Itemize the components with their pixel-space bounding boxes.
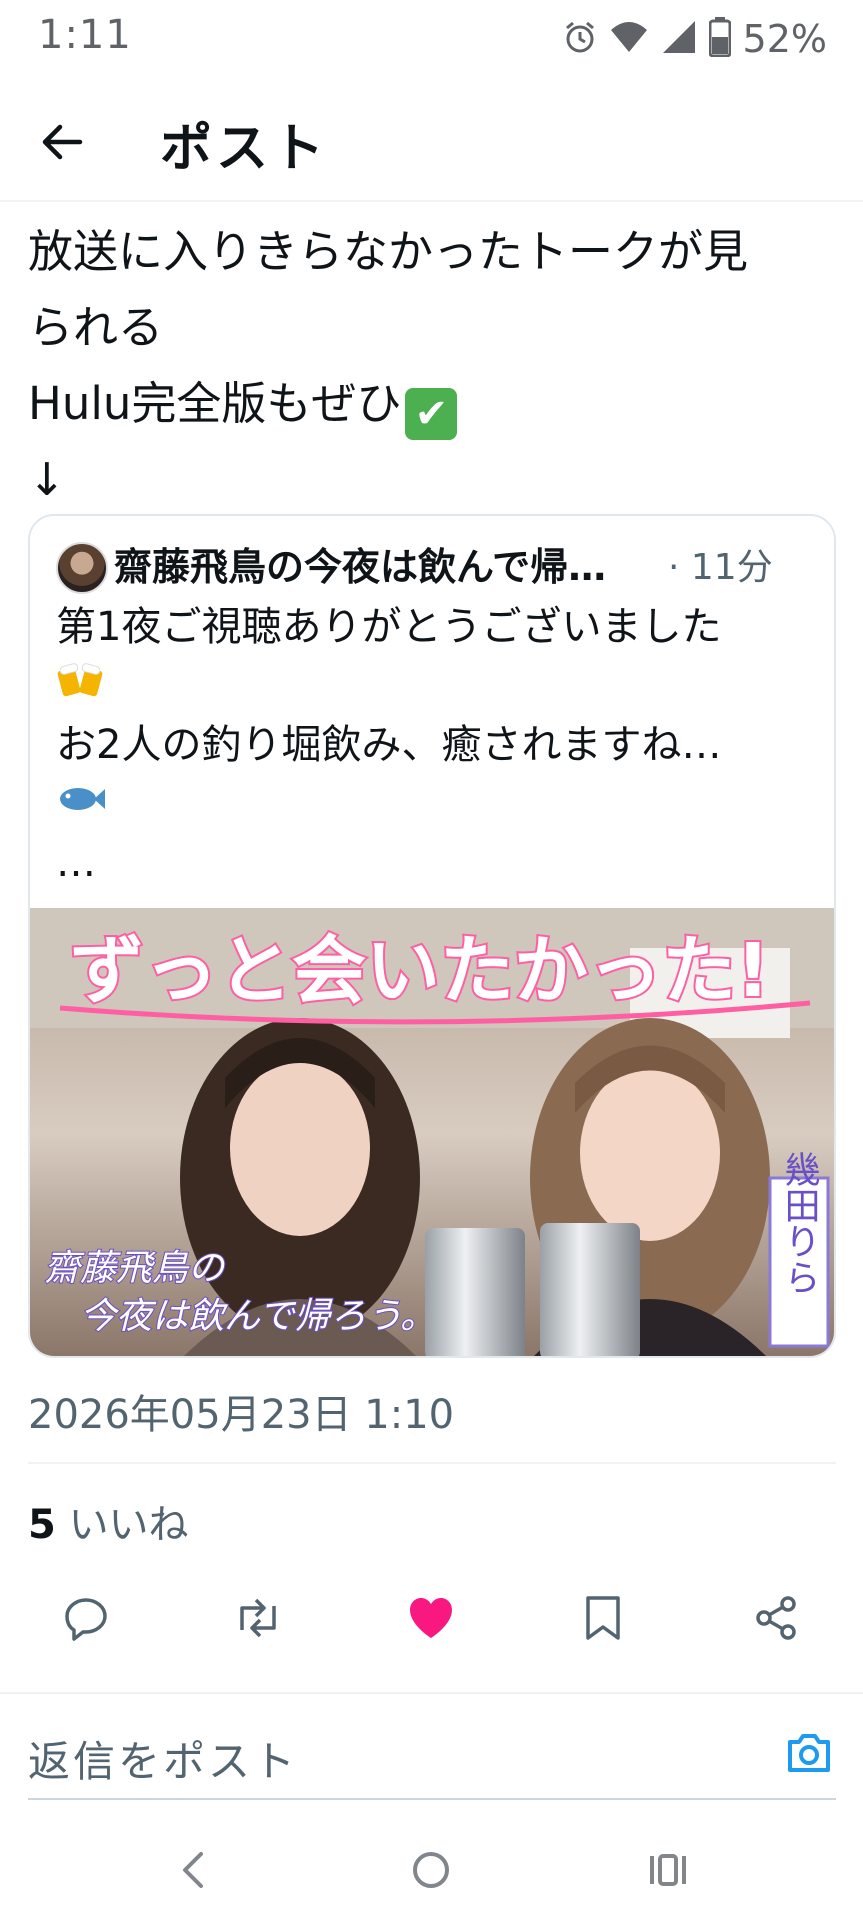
post-text-line: 放送に入りきらなかったトークが見 (28, 225, 749, 278)
like-icon (410, 1598, 452, 1638)
quoted-post-image[interactable]: ずっと会いたかった! 齋藤飛鳥の 今夜は飲んで帰ろう。 幾田りら (30, 908, 834, 1356)
camera-button[interactable] (784, 1728, 834, 1778)
signal-icon (661, 19, 697, 59)
home-nav-icon (413, 1852, 449, 1888)
stats-divider (28, 1462, 836, 1464)
quoted-post-text: 第1夜ご視聴ありがとうございました お2人の釣り堀飲み、癒されますね… … (56, 598, 816, 893)
quoted-post-time: · 11分 (668, 547, 773, 588)
beer-emoji (56, 657, 816, 716)
post-text-line: ↓ (28, 453, 66, 506)
nav-recents-button[interactable] (638, 1840, 698, 1900)
post-text-line: られる (28, 301, 164, 354)
image-caption-left-2: 今夜は飲んで帰ろう。 (80, 1296, 436, 1337)
page-title: ポスト (160, 119, 329, 179)
share-icon (756, 1596, 796, 1640)
reply-underline (28, 1798, 836, 1800)
back-nav-icon (183, 1852, 203, 1888)
image-headline: ずっと会いたかった! (70, 928, 770, 1014)
quoted-post-card[interactable]: 齋藤飛鳥の今夜は飲んで帰… · 11分 第1夜ご視聴ありがとうございました お2… (28, 514, 836, 1358)
retweet-button[interactable] (228, 1588, 288, 1648)
wifi-icon (609, 20, 649, 58)
camera-icon (788, 1734, 830, 1772)
recents-nav-icon (650, 1854, 686, 1886)
actions-divider (0, 1692, 863, 1694)
retweet-icon (240, 1598, 276, 1638)
fish-emoji (56, 775, 816, 834)
bookmark-button[interactable] (573, 1588, 633, 1648)
reply-icon (65, 1598, 107, 1641)
reply-button[interactable] (56, 1588, 116, 1648)
like-button[interactable] (401, 1588, 461, 1648)
share-button[interactable] (746, 1588, 806, 1648)
quoted-author-avatar[interactable] (56, 542, 108, 594)
post-text-line: Hulu完全版もぜひ ✔ (28, 366, 828, 442)
reply-input[interactable]: 返信をポスト (28, 1728, 298, 1789)
likes-count: 5 (28, 1502, 56, 1548)
bookmark-icon (586, 1596, 620, 1640)
battery-icon (708, 17, 732, 61)
alarm-icon (563, 20, 597, 58)
quoted-text-line: … (56, 840, 96, 886)
likes-stat[interactable]: 5 いいね (28, 1492, 189, 1550)
status-icons: 52% (563, 14, 827, 64)
likes-label: いいね (68, 1502, 189, 1548)
image-caption-left-1: 齋藤飛鳥の (44, 1248, 226, 1289)
check-mark-emoji: ✔ (405, 388, 458, 440)
battery-percent: 52% (742, 17, 827, 61)
quoted-author-name[interactable]: 齋藤飛鳥の今夜は飲んで帰… (114, 536, 606, 591)
back-button[interactable] (30, 110, 94, 174)
status-time: 1:11 (38, 12, 132, 58)
post-timestamp: 2026年05月23日 1:10 (28, 1392, 455, 1438)
header-divider (0, 200, 863, 202)
post-text: 放送に入りきらなかったトークが見 られる Hulu完全版もぜひ ✔ ↓ (28, 214, 828, 518)
quoted-text-line: お2人の釣り堀飲み、癒されますね… (56, 722, 722, 768)
arrow-left-icon (42, 124, 83, 160)
quoted-text-line: 第1夜ご視聴ありがとうございました (56, 604, 722, 650)
image-caption-right: 幾田りら (779, 1151, 820, 1295)
nav-home-button[interactable] (401, 1840, 461, 1900)
nav-back-button[interactable] (162, 1840, 222, 1900)
